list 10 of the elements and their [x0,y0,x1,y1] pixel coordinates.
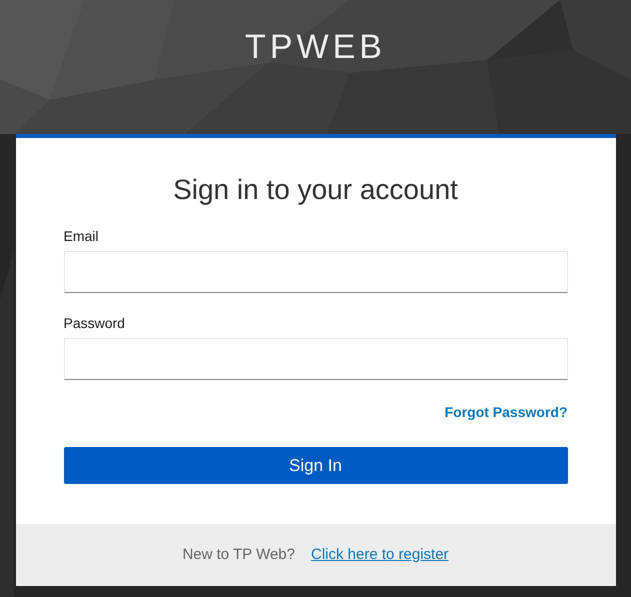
form-title: Sign in to your account [172,173,459,207]
brand-logo: TPWEB [245,27,386,68]
input-field[interactable] [64,251,568,293]
input-field[interactable] [64,338,568,380]
forgot-password-link[interactable]: Forgot Password? [444,402,568,423]
sign-in-button[interactable]: Sign In [64,447,568,484]
field-label: Password [64,314,126,333]
footer-text: New to TP Web? [182,544,295,565]
field-label: Email [64,227,100,246]
register-link[interactable]: Click here to register [311,544,449,566]
